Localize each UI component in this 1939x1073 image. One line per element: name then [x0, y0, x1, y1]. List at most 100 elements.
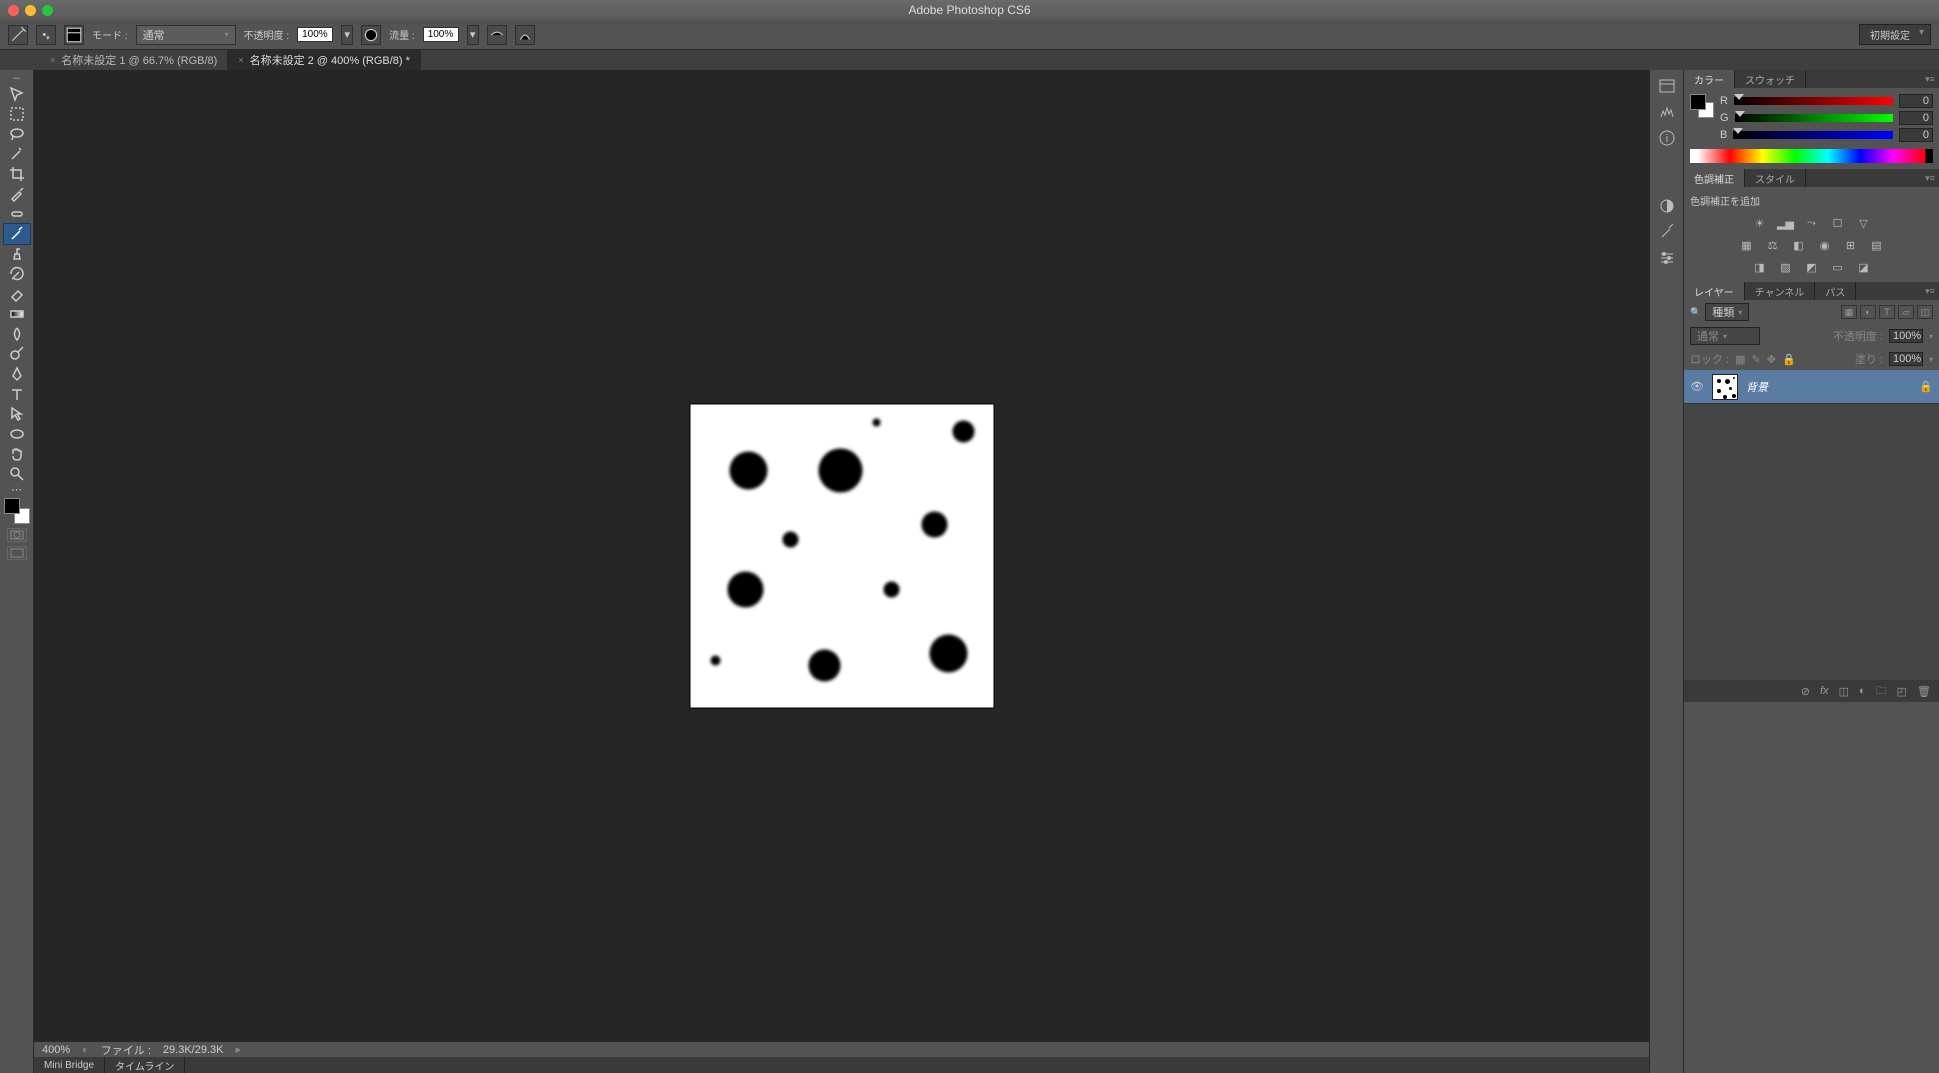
- exposure-icon[interactable]: ☐: [1828, 214, 1848, 232]
- zoom-dropdown-icon[interactable]: ◐: [82, 1044, 89, 1056]
- pressure-opacity-button[interactable]: [361, 25, 381, 45]
- layer-name[interactable]: 背景: [1746, 379, 1768, 395]
- adjustment-layer-icon[interactable]: ◐: [1859, 685, 1866, 697]
- histogram-icon[interactable]: [1654, 100, 1680, 124]
- lock-trans-icon[interactable]: ▦: [1735, 353, 1745, 366]
- screen-mode-button[interactable]: [7, 546, 27, 560]
- canvas-area[interactable]: [34, 70, 1649, 1041]
- b-slider[interactable]: [1733, 130, 1893, 140]
- layer-opacity-value[interactable]: 100%: [1889, 329, 1923, 343]
- presets-icon[interactable]: [1654, 246, 1680, 270]
- lock-all-icon[interactable]: 🔒: [1782, 353, 1796, 366]
- flow-input[interactable]: 100%: [423, 27, 459, 42]
- dodge-tool[interactable]: [4, 344, 30, 364]
- healing-brush-tool[interactable]: [4, 204, 30, 224]
- filter-shape-icon[interactable]: ▱: [1898, 305, 1914, 319]
- magic-wand-tool[interactable]: [4, 144, 30, 164]
- blend-mode-select[interactable]: 通常▾: [136, 25, 236, 45]
- airbrush-button[interactable]: [487, 25, 507, 45]
- minimize-window-button[interactable]: [25, 5, 36, 16]
- filter-pixel-icon[interactable]: ▦: [1841, 305, 1857, 319]
- g-value[interactable]: 0: [1899, 111, 1933, 125]
- r-value[interactable]: 0: [1899, 94, 1933, 108]
- bw-icon[interactable]: ◧: [1789, 236, 1809, 254]
- styles-tab[interactable]: スタイル: [1745, 169, 1806, 187]
- path-select-tool[interactable]: [4, 404, 30, 424]
- invert-icon[interactable]: ◨: [1750, 258, 1770, 276]
- zoom-level[interactable]: 400%: [42, 1044, 70, 1056]
- layers-tab[interactable]: レイヤー: [1684, 282, 1745, 300]
- filter-type-icon[interactable]: T: [1879, 305, 1895, 319]
- canvas[interactable]: [690, 404, 993, 707]
- brightness-icon[interactable]: ☀: [1750, 214, 1770, 232]
- link-layers-icon[interactable]: ⊘: [1801, 685, 1810, 698]
- brush-tool[interactable]: [4, 224, 30, 244]
- close-window-button[interactable]: [8, 5, 19, 16]
- lock-paint-icon[interactable]: ✎: [1752, 353, 1761, 366]
- hue-icon[interactable]: ▦: [1737, 236, 1757, 254]
- crop-tool[interactable]: [4, 164, 30, 184]
- gradient-map-icon[interactable]: ▭: [1828, 258, 1848, 276]
- delete-layer-icon[interactable]: 🗑: [1917, 685, 1931, 698]
- g-slider[interactable]: [1735, 113, 1893, 123]
- color-spectrum[interactable]: [1690, 149, 1933, 163]
- layers-panel-menu[interactable]: ▾≡: [1921, 282, 1939, 300]
- adjustments-icon[interactable]: [1654, 194, 1680, 218]
- fill-value[interactable]: 100%: [1889, 352, 1923, 366]
- visibility-icon[interactable]: 👁: [1690, 380, 1704, 393]
- paths-tab[interactable]: パス: [1815, 282, 1856, 300]
- mb-icon[interactable]: [1654, 74, 1680, 98]
- color-swatch[interactable]: [1690, 94, 1714, 118]
- workspace-select[interactable]: 初期設定: [1859, 24, 1931, 45]
- layer-item-background[interactable]: 👁 背景 🔒: [1684, 370, 1939, 404]
- blend-mode-select-layer[interactable]: 通常▾: [1690, 327, 1760, 345]
- threshold-icon[interactable]: ◩: [1802, 258, 1822, 276]
- pressure-size-button[interactable]: [515, 25, 535, 45]
- color-panel-menu[interactable]: ▾≡: [1921, 70, 1939, 88]
- adjustments-tab[interactable]: 色調補正: [1684, 169, 1745, 187]
- mixer-icon[interactable]: ⊞: [1841, 236, 1861, 254]
- quick-mask-button[interactable]: [7, 528, 27, 542]
- lookup-icon[interactable]: ▤: [1867, 236, 1887, 254]
- move-tool[interactable]: [4, 84, 30, 104]
- posterize-icon[interactable]: ▨: [1776, 258, 1796, 276]
- brush-preset-button[interactable]: •▾: [36, 25, 56, 45]
- close-tab-icon[interactable]: ×: [238, 55, 243, 65]
- opacity-input[interactable]: 100%: [297, 27, 333, 42]
- pen-tool[interactable]: [4, 364, 30, 384]
- close-tab-icon[interactable]: ×: [50, 55, 55, 65]
- status-menu-icon[interactable]: ▸: [235, 1043, 241, 1056]
- mini-bridge-tab[interactable]: Mini Bridge: [34, 1057, 105, 1073]
- color-tab[interactable]: カラー: [1684, 70, 1735, 88]
- history-brush-tool[interactable]: [4, 264, 30, 284]
- layer-thumbnail[interactable]: [1712, 374, 1738, 400]
- timeline-tab[interactable]: タイムライン: [105, 1057, 185, 1073]
- adjustments-panel-menu[interactable]: ▾≡: [1921, 169, 1939, 187]
- levels-icon[interactable]: ▂▅: [1776, 214, 1796, 232]
- layer-fx-icon[interactable]: fx: [1820, 685, 1829, 697]
- tool-preset-button[interactable]: [8, 25, 28, 45]
- gradient-tool[interactable]: [4, 304, 30, 324]
- b-value[interactable]: 0: [1899, 128, 1933, 142]
- info-icon[interactable]: i: [1654, 126, 1680, 150]
- curves-icon[interactable]: ⤳: [1802, 214, 1822, 232]
- channels-tab[interactable]: チャンネル: [1745, 282, 1816, 300]
- lasso-tool[interactable]: [4, 124, 30, 144]
- balance-icon[interactable]: ⚖: [1763, 236, 1783, 254]
- r-slider[interactable]: [1734, 96, 1893, 106]
- new-layer-icon[interactable]: ◰: [1897, 685, 1907, 698]
- opacity-dropdown[interactable]: ▾: [341, 25, 353, 45]
- filter-smart-icon[interactable]: ◫: [1917, 305, 1933, 319]
- lock-pos-icon[interactable]: ✥: [1767, 353, 1776, 366]
- group-icon[interactable]: 🗀: [1876, 682, 1887, 701]
- hand-tool[interactable]: [4, 444, 30, 464]
- zoom-window-button[interactable]: [42, 5, 53, 16]
- swatches-tab[interactable]: スウォッチ: [1735, 70, 1806, 88]
- zoom-tool[interactable]: [4, 464, 30, 484]
- layer-mask-icon[interactable]: ◫: [1839, 685, 1849, 698]
- filter-kind-select[interactable]: 種類▾: [1705, 303, 1749, 321]
- shape-tool[interactable]: [4, 424, 30, 444]
- document-tab-2[interactable]: ×名称未設定 2 @ 400% (RGB/8) *: [228, 50, 421, 70]
- selective-icon[interactable]: ◪: [1854, 258, 1874, 276]
- brushes-icon[interactable]: [1654, 220, 1680, 244]
